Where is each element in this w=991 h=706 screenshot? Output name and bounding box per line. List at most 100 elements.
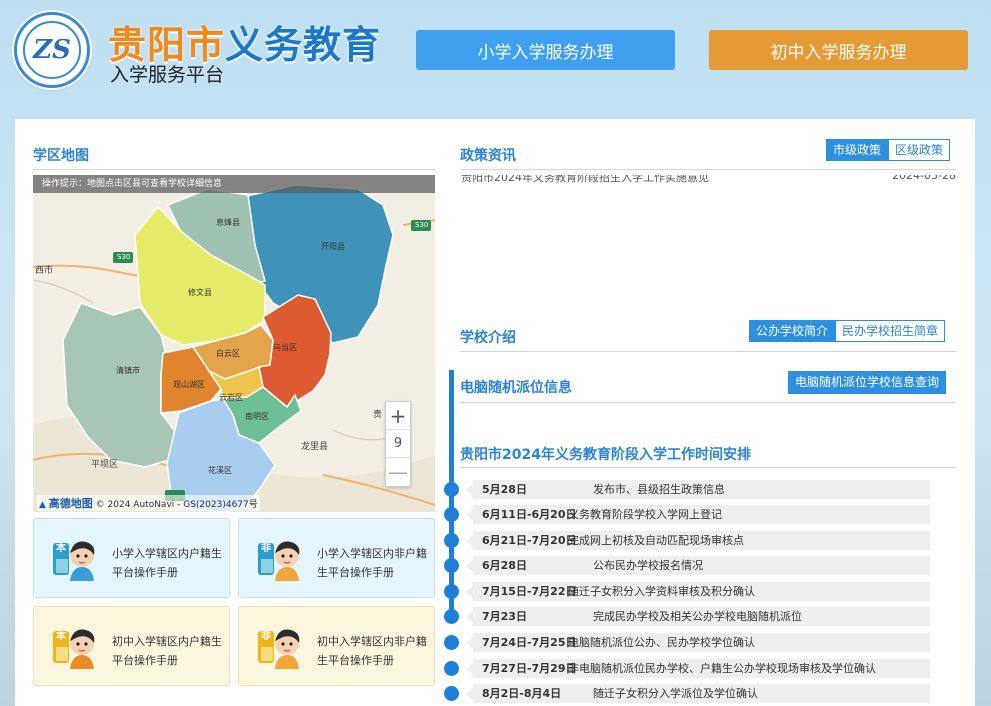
amap-logo-text: 高德地图 xyxy=(48,497,93,510)
timeline-item: 7月27日-7月29日 非电脑随机派位民办学校、户籍生公办学校现场审核及学位确认 xyxy=(444,659,934,678)
site-title-blue: 义务教育 xyxy=(225,23,382,67)
timeline-item: 7月23日 完成民办学校及相关公办学校电脑随机派位 xyxy=(444,607,934,626)
policy-title-rule xyxy=(460,169,956,170)
timeline-item: 8月2日-8月4日 随迁子女积分入学派位及学位确认 xyxy=(444,684,934,703)
timeline-bar: 5月28日 发布市、县级招生政策信息 xyxy=(473,480,930,499)
middle-enrollment-button[interactable]: 初中入学服务办理 xyxy=(709,30,968,70)
timeline-item: 6月28日 公布民办学校报名情况 xyxy=(444,556,934,575)
site-logo-icon[interactable]: ZS xyxy=(14,12,90,88)
timeline-desc: 完成民办学校及相关公办学校电脑随机派位 xyxy=(593,610,802,623)
manual-card-text: 小学入学辖区内非户籍生平台操作手册 xyxy=(317,547,427,579)
map-zoom-control: + 9 — xyxy=(385,401,411,487)
timeline-dot xyxy=(444,635,459,650)
school-tabs: 公办学校简介 民办学校招生简章 xyxy=(749,320,946,342)
timeline-item: 7月24日-7月25日 电脑随机派位公办、民办学校学位确认 xyxy=(444,633,934,652)
district-label[interactable]: 南明区 xyxy=(245,411,269,422)
timeline-bar: 8月2日-8月4日 随迁子女积分入学派位及学位确认 xyxy=(473,684,930,703)
place-label: 贵 xyxy=(373,410,383,420)
timeline-arrow xyxy=(466,509,473,521)
timeline-bar: 7月24日-7月25日 电脑随机派位公办、民办学校学位确认 xyxy=(473,633,930,652)
tab-private-school[interactable]: 民办学校招生简章 xyxy=(835,320,946,342)
map-attribution: ▲ 高德地图 © 2024 AutoNavi - GS(2023)4677号 xyxy=(37,495,260,511)
zoom-in-button[interactable]: + xyxy=(386,402,410,430)
district-label[interactable]: 息烽县 xyxy=(216,217,240,228)
site-subtitle: 入学服务平台 xyxy=(110,64,225,86)
schedule-title-rule xyxy=(460,467,956,468)
policy-tabs: 市级政策 区级政策 xyxy=(826,139,951,161)
district-label[interactable]: 花溪区 xyxy=(208,465,232,476)
timeline-arrow xyxy=(466,484,473,496)
manual-badge: 本 xyxy=(56,543,66,554)
place-label: 龙里县 xyxy=(301,442,329,452)
place-label: 平坝区 xyxy=(91,460,119,470)
manual-card-primary-nonlocal[interactable]: 非 小学入学辖区内非户籍生平台操作手册 xyxy=(238,518,435,598)
timeline-date: 7月24日-7月25日 xyxy=(482,636,577,649)
timeline-bar: 7月23日 完成民办学校及相关公办学校电脑随机派位 xyxy=(473,607,930,626)
timeline-bar: 6月28日 公布民办学校报名情况 xyxy=(473,556,930,575)
district-label[interactable]: 观山湖区 xyxy=(173,379,205,390)
timeline-dot xyxy=(444,661,459,676)
timeline-bar: 6月11日-6月20日 义务教育阶段学校入学网上登记 xyxy=(473,505,930,524)
tab-city-policy[interactable]: 市级政策 xyxy=(826,139,889,161)
timeline-dot xyxy=(444,584,459,599)
policy-item-date: 2024-05-28 xyxy=(892,175,956,182)
map-title-rule xyxy=(33,169,435,170)
district-label[interactable]: 清镇市 xyxy=(116,365,140,376)
timeline-arrow xyxy=(466,637,473,649)
manual-card-middle-local[interactable]: 本 初中入学辖区内户籍生平台操作手册 xyxy=(33,606,230,686)
timeline-date: 7月15日-7月22日 xyxy=(482,585,577,598)
timeline-desc: 完成网上初核及自动匹配现场审核点 xyxy=(568,534,744,547)
timeline-dot xyxy=(444,482,459,497)
timeline-arrow xyxy=(466,535,473,547)
timeline-date: 6月11日-6月20日 xyxy=(482,508,577,521)
school-title-rule xyxy=(460,351,956,352)
policy-list-item[interactable]: 贵阳市2024年义务教育阶段招生入学工作实施意见 2024-05-28 xyxy=(461,175,956,183)
timeline-arrow xyxy=(466,586,473,598)
timeline-dot xyxy=(444,507,459,522)
timeline-dot xyxy=(444,558,459,573)
primary-enrollment-button[interactable]: 小学入学服务办理 xyxy=(416,30,675,70)
timeline-date: 7月27日-7月29日 xyxy=(482,662,577,675)
map-operation-tip: 操作提示：地图点击区县可查看学校详细信息 xyxy=(33,175,435,193)
timeline-date: 8月2日-8月4日 xyxy=(482,687,562,700)
timeline-bar: 7月27日-7月29日 非电脑随机派位民办学校、户籍生公办学校现场审核及学位确认 xyxy=(473,659,930,678)
timeline-item: 5月28日 发布市、县级招生政策信息 xyxy=(444,480,934,499)
manual-card-middle-nonlocal[interactable]: 非 初中入学辖区内非户籍生平台操作手册 xyxy=(238,606,435,686)
district-map[interactable]: 操作提示：地图点击区县可查看学校详细信息 S30 S30 西市 平坝区 龙里县 … xyxy=(33,175,435,512)
timeline-bar: 7月15日-7月22日 随迁子女积分入学资料审核及积分确认 xyxy=(473,582,930,601)
amap-logo-icon: ▲ xyxy=(39,500,46,510)
map-section-title: 学区地图 xyxy=(33,148,89,164)
timeline-arrow xyxy=(466,688,473,700)
manual-badge: 本 xyxy=(56,631,66,642)
timeline-date: 6月28日 xyxy=(482,559,527,572)
timeline-item: 7月15日-7月22日 随迁子女积分入学资料审核及积分确认 xyxy=(444,582,934,601)
timeline-desc: 随迁子女积分入学资料审核及积分确认 xyxy=(568,585,755,598)
district-label[interactable]: 修文县 xyxy=(188,287,212,298)
zoom-out-button[interactable]: — xyxy=(386,458,410,486)
manual-card-text: 小学入学辖区内户籍生平台操作手册 xyxy=(112,547,222,579)
district-label[interactable]: 云岩区 xyxy=(219,392,243,403)
timeline-date: 7月23日 xyxy=(482,610,527,623)
timeline-desc: 非电脑随机派位民办学校、户籍生公办学校现场审核及学位确认 xyxy=(568,662,876,675)
district-label[interactable]: 乌当区 xyxy=(273,342,297,353)
place-label: 西市 xyxy=(35,266,54,276)
timeline-arrow xyxy=(466,611,473,623)
policy-section-title: 政策资讯 xyxy=(460,148,516,164)
timeline-date: 5月28日 xyxy=(482,483,527,496)
timeline-desc: 电脑随机派位公办、民办学校学位确认 xyxy=(568,636,755,649)
timeline-date: 6月21日-7月20日 xyxy=(482,534,577,547)
district-label[interactable]: 开阳县 xyxy=(321,241,345,252)
timeline-dot xyxy=(444,533,459,548)
timeline-desc: 发布市、县级招生政策信息 xyxy=(593,483,725,496)
lottery-title-rule xyxy=(460,402,956,403)
road-label: S30 xyxy=(415,221,429,229)
tab-district-policy[interactable]: 区级政策 xyxy=(888,139,951,161)
tab-public-school[interactable]: 公办学校简介 xyxy=(749,320,836,342)
district-label[interactable]: 白云区 xyxy=(216,348,240,359)
schedule-section-title: 贵阳市2024年义务教育阶段入学工作时间安排 xyxy=(460,447,751,463)
timeline-desc: 随迁子女积分入学派位及学位确认 xyxy=(593,687,758,700)
manual-card-text: 初中入学辖区内非户籍生平台操作手册 xyxy=(317,635,427,667)
manual-card-primary-local[interactable]: 本 小学入学辖区内户籍生平台操作手册 xyxy=(33,518,230,598)
timeline-arrow xyxy=(466,560,473,572)
lottery-query-button[interactable]: 电脑随机派位学校信息查询 xyxy=(788,371,947,394)
